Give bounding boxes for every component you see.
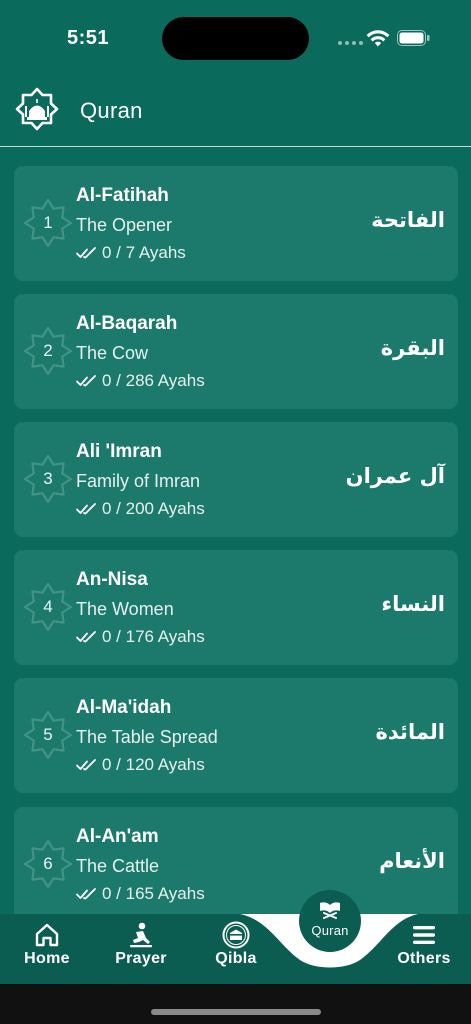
surah-progress: 0 / 176 Ayahs <box>76 627 205 647</box>
surah-progress: 0 / 120 Ayahs <box>76 755 205 775</box>
surah-card-ali-imran[interactable]: 3 Ali 'Imran Family of Imran 0 / 200 Aya… <box>14 422 458 537</box>
double-check-icon <box>76 888 96 900</box>
double-check-icon <box>76 375 96 387</box>
surah-arabic-name: البقرة <box>380 336 445 360</box>
surah-number-badge: 3 <box>19 450 77 508</box>
bottom-nav: Home Prayer Qibla Quran Others <box>0 890 471 984</box>
wifi-icon <box>366 30 390 47</box>
nav-prayer-label: Prayer <box>115 950 167 967</box>
surah-progress-text: 0 / 286 Ayahs <box>102 371 205 390</box>
surah-arabic-name: آل عمران <box>345 464 445 488</box>
menu-icon <box>413 926 435 944</box>
home-indicator-area <box>0 984 471 1024</box>
surah-name: Al-Ma'idah <box>76 697 172 718</box>
kaaba-icon <box>222 921 250 949</box>
surah-number: 5 <box>43 725 53 744</box>
surah-progress: 0 / 200 Ayahs <box>76 499 205 519</box>
surah-number-badge: 2 <box>19 322 77 380</box>
double-check-icon <box>76 759 96 771</box>
nav-qibla-label: Qibla <box>215 950 257 967</box>
surah-number-badge: 5 <box>19 706 77 764</box>
surah-meaning: The Table Spread <box>76 727 218 747</box>
surah-number-badge: 1 <box>19 194 77 252</box>
surah-arabic-name: المائدة <box>375 720 445 744</box>
nav-prayer[interactable]: Prayer <box>104 914 178 984</box>
surah-meaning: The Women <box>76 599 174 619</box>
double-check-icon <box>76 247 96 259</box>
surah-number: 3 <box>43 469 53 488</box>
battery-icon <box>397 30 430 46</box>
surah-list[interactable]: 1 Al-Fatihah The Opener 0 / 7 Ayahs الفا… <box>0 166 471 914</box>
surah-number-badge: 6 <box>19 835 77 893</box>
surah-meaning: Family of Imran <box>76 471 201 491</box>
surah-meaning: The Cow <box>76 343 149 363</box>
prayer-icon <box>130 922 152 948</box>
surah-number: 1 <box>43 213 53 232</box>
nav-home-label: Home <box>24 950 70 967</box>
surah-name: Al-Baqarah <box>76 313 178 334</box>
double-check-icon <box>76 503 96 515</box>
surah-number: 6 <box>43 854 53 873</box>
mosque-logo-icon <box>15 87 59 131</box>
surah-progress-text: 0 / 200 Ayahs <box>102 499 205 518</box>
dynamic-island <box>162 17 309 60</box>
surah-meaning: The Cattle <box>76 856 160 876</box>
surah-meaning: The Opener <box>76 215 173 235</box>
nav-quran-active-button[interactable]: Quran <box>299 890 361 952</box>
nav-home[interactable]: Home <box>12 914 82 984</box>
surah-name: Al-Fatihah <box>76 185 169 206</box>
header-divider <box>0 146 471 147</box>
surah-progress: 0 / 286 Ayahs <box>76 371 205 391</box>
page-title: Quran <box>80 98 143 123</box>
double-check-icon <box>76 631 96 643</box>
surah-card-al-fatihah[interactable]: 1 Al-Fatihah The Opener 0 / 7 Ayahs الفا… <box>14 166 458 281</box>
nav-quran-label: Quran <box>311 923 349 938</box>
surah-arabic-name: الفاتحة <box>371 208 445 232</box>
surah-arabic-name: النساء <box>381 592 445 616</box>
surah-arabic-name: الأنعام <box>379 849 445 873</box>
status-bar: 5:51 <box>0 0 471 78</box>
status-time: 5:51 <box>67 27 110 49</box>
surah-progress-text: 0 / 165 Ayahs <box>102 884 205 903</box>
surah-card-al-baqarah[interactable]: 2 Al-Baqarah The Cow 0 / 286 Ayahs البقر… <box>14 294 458 409</box>
home-indicator[interactable] <box>151 1009 321 1015</box>
surah-progress-text: 0 / 7 Ayahs <box>102 243 186 262</box>
surah-progress: 0 / 165 Ayahs <box>76 884 205 904</box>
surah-card-al-maidah[interactable]: 5 Al-Ma'idah The Table Spread 0 / 120 Ay… <box>14 678 458 793</box>
surah-name: An-Nisa <box>76 569 148 590</box>
signal-dots-icon <box>338 41 363 45</box>
surah-name: Al-An'am <box>76 826 159 847</box>
surah-name: Ali 'Imran <box>76 441 162 462</box>
open-book-icon <box>320 902 340 919</box>
surah-progress: 0 / 7 Ayahs <box>76 243 186 263</box>
surah-number: 2 <box>43 341 53 360</box>
surah-number-badge: 4 <box>19 578 77 636</box>
surah-card-an-nisa[interactable]: 4 An-Nisa The Women 0 / 176 Ayahs النساء <box>14 550 458 665</box>
home-icon <box>35 923 59 947</box>
surah-card-al-anam[interactable]: 6 Al-An'am The Cattle 0 / 165 Ayahs الأن… <box>14 807 458 914</box>
surah-progress-text: 0 / 120 Ayahs <box>102 755 205 774</box>
surah-number: 4 <box>43 597 53 616</box>
nav-others-label: Others <box>397 950 451 967</box>
nav-qibla[interactable]: Qibla <box>200 914 272 984</box>
surah-progress-text: 0 / 176 Ayahs <box>102 627 205 646</box>
app-header: Quran <box>0 80 471 146</box>
nav-others[interactable]: Others <box>388 914 460 984</box>
